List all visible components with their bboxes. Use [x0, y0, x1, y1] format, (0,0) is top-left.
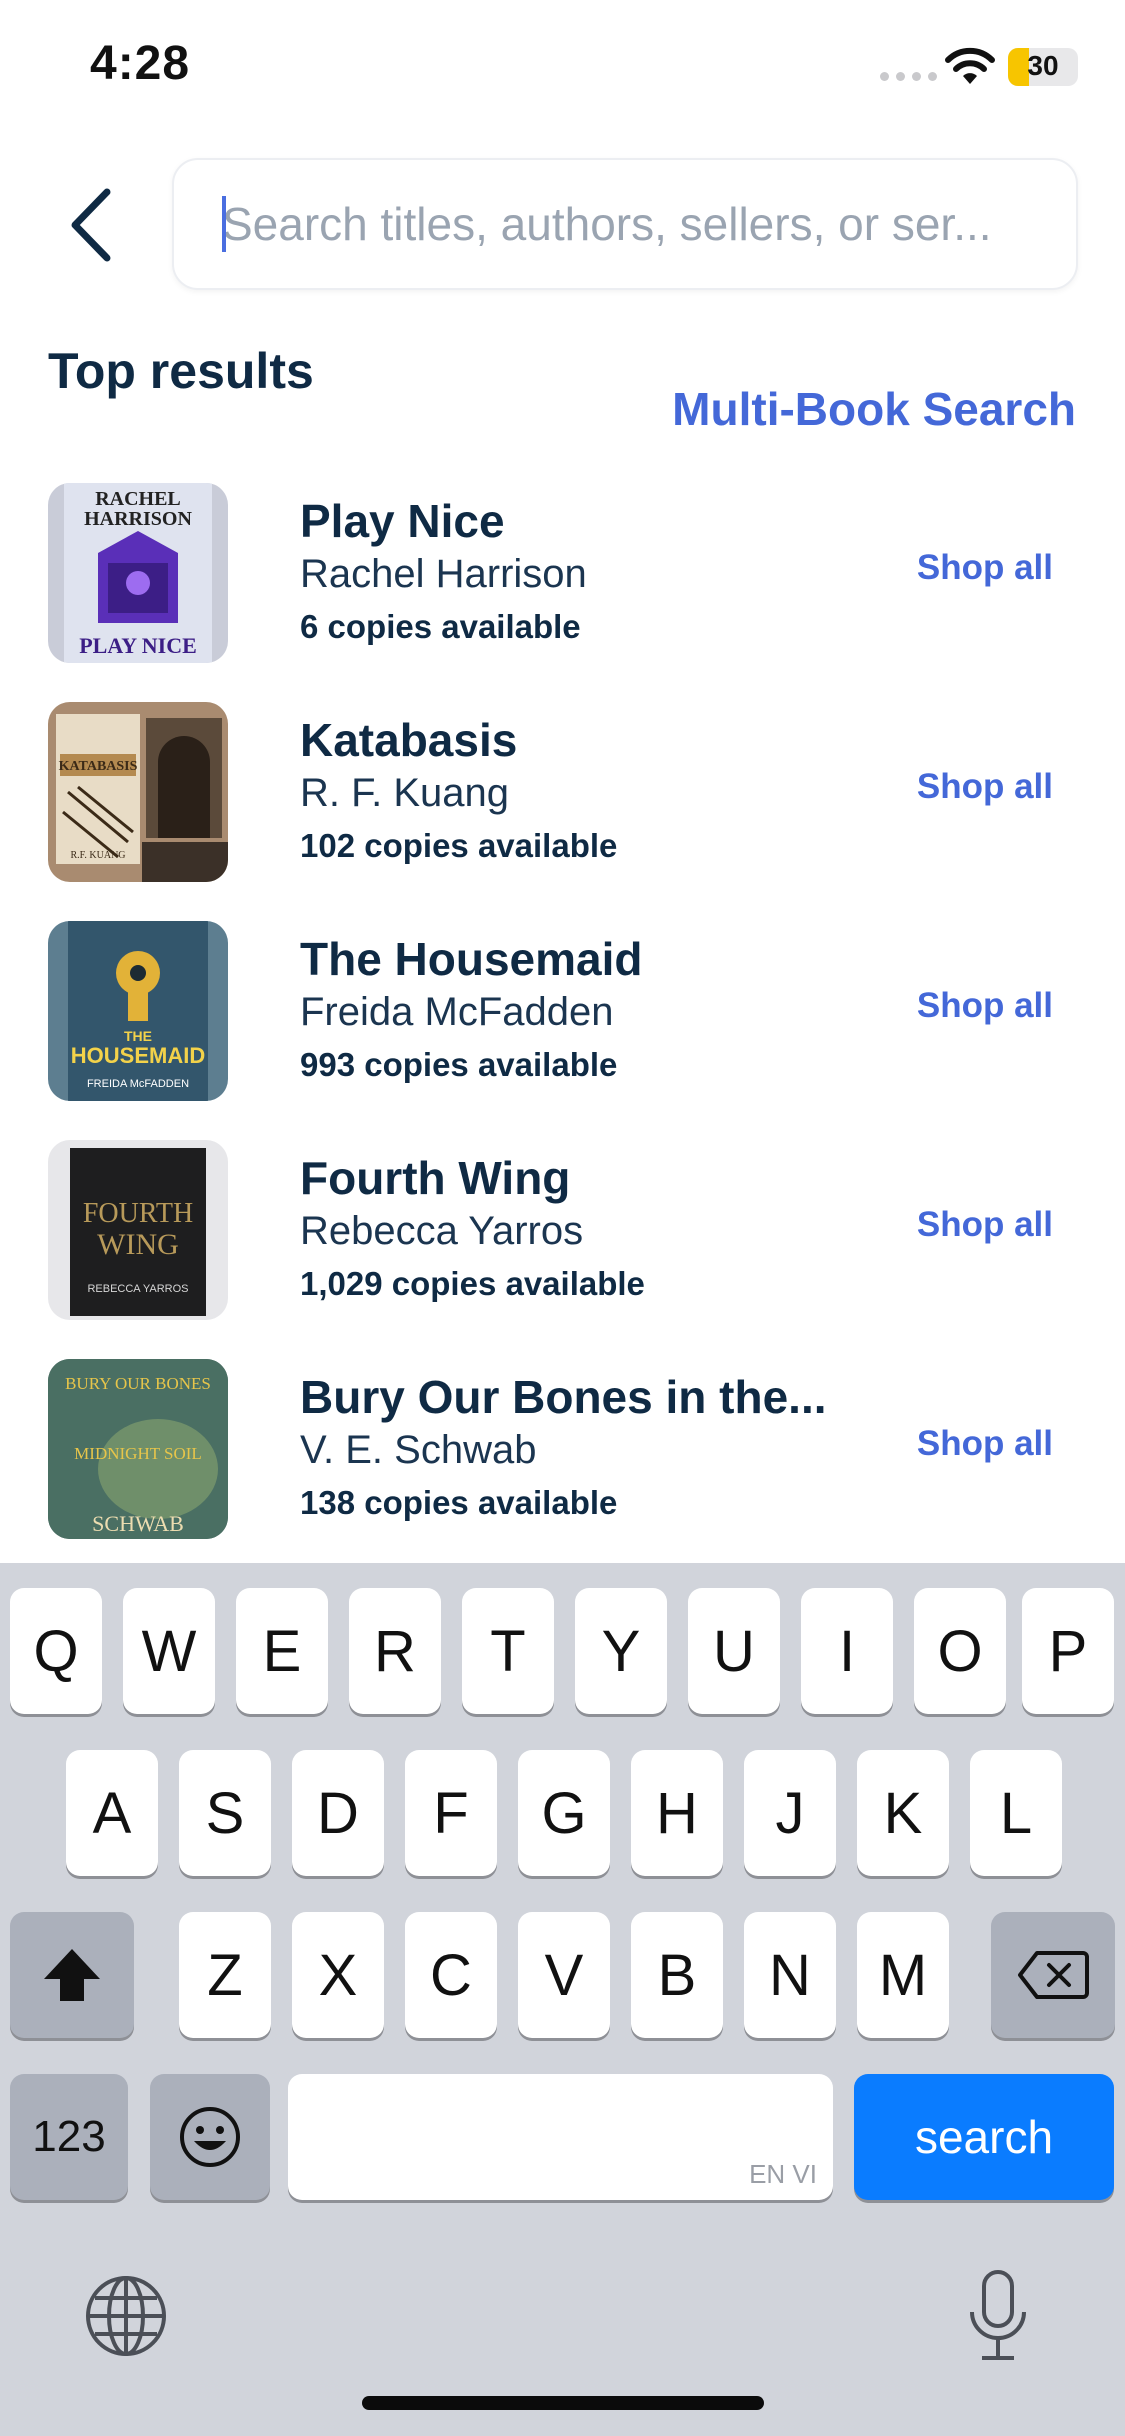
book-title[interactable]: Bury Our Bones in the... — [300, 1370, 827, 1424]
key-z[interactable]: Z — [179, 1912, 271, 2038]
key-c[interactable]: C — [405, 1912, 497, 2038]
wifi-icon — [945, 47, 995, 84]
key-s[interactable]: S — [179, 1750, 271, 1876]
book-author: Rebecca Yarros — [300, 1209, 584, 1253]
book-title[interactable]: The Housemaid — [300, 932, 643, 986]
key-d[interactable]: D — [292, 1750, 384, 1876]
key-a[interactable]: A — [66, 1750, 158, 1876]
book-title[interactable]: Fourth Wing — [300, 1151, 570, 1205]
svg-text:HOUSEMAID: HOUSEMAID — [71, 1043, 205, 1068]
status-time: 4:28 — [90, 37, 191, 90]
result-row[interactable]: BURY OUR BONES MIDNIGHT SOIL SCHWAB Bury… — [0, 1356, 1125, 1539]
shop-all-link[interactable]: Shop all — [917, 1424, 1053, 1464]
emoji-key[interactable] — [150, 2074, 270, 2200]
copies-available: 6 copies available — [300, 608, 581, 645]
key-v[interactable]: V — [518, 1912, 610, 2038]
text-caret — [222, 196, 226, 252]
shop-all-link[interactable]: Shop all — [917, 1205, 1053, 1245]
key-p[interactable]: P — [1022, 1588, 1114, 1714]
svg-text:WING: WING — [97, 1228, 179, 1261]
battery-indicator: 30 — [1008, 48, 1078, 86]
home-indicator — [362, 2396, 764, 2410]
svg-text:REBECCA YARROS: REBECCA YARROS — [87, 1283, 188, 1295]
key-q[interactable]: Q — [10, 1588, 102, 1714]
key-h[interactable]: H — [631, 1750, 723, 1876]
result-row[interactable]: KATABASIS R.F. KUANG Katabasis R. F. Kua… — [0, 699, 1125, 882]
key-m[interactable]: M — [857, 1912, 949, 2038]
svg-text:THE: THE — [124, 1028, 152, 1044]
emoji-icon — [180, 2107, 240, 2167]
globe-icon[interactable] — [82, 2272, 170, 2360]
book-cover-image: FOURTH WING REBECCA YARROS — [48, 1140, 228, 1320]
shop-all-link[interactable]: Shop all — [917, 548, 1053, 588]
svg-text:R.F. KUANG: R.F. KUANG — [70, 850, 125, 861]
back-button[interactable] — [58, 185, 122, 265]
key-k[interactable]: K — [857, 1750, 949, 1876]
copies-available: 138 copies available — [300, 1484, 618, 1521]
svg-text:MIDNIGHT SOIL: MIDNIGHT SOIL — [74, 1444, 202, 1463]
key-x[interactable]: X — [292, 1912, 384, 2038]
battery-percent: 30 — [1027, 50, 1059, 81]
cellular-signal-icon — [880, 72, 937, 81]
shop-all-link[interactable]: Shop all — [917, 767, 1053, 807]
key-n[interactable]: N — [744, 1912, 836, 2038]
key-g[interactable]: G — [518, 1750, 610, 1876]
multi-book-search-link[interactable]: Multi-Book Search — [672, 382, 1076, 436]
svg-text:RACHEL: RACHEL — [95, 488, 181, 510]
svg-text:KATABASIS: KATABASIS — [59, 759, 138, 774]
shift-key[interactable] — [10, 1912, 134, 2038]
book-title[interactable]: Katabasis — [300, 713, 517, 767]
book-title[interactable]: Play Nice — [300, 494, 505, 548]
book-author: R. F. Kuang — [300, 771, 510, 815]
shop-all-link[interactable]: Shop all — [917, 986, 1053, 1026]
chevron-left-icon — [71, 188, 111, 262]
key-l[interactable]: L — [970, 1750, 1062, 1876]
svg-text:SCHWAB: SCHWAB — [92, 1511, 184, 1536]
key-t[interactable]: T — [462, 1588, 554, 1714]
numbers-key[interactable]: 123 — [10, 2074, 128, 2200]
key-u[interactable]: U — [688, 1588, 780, 1714]
book-author: Rachel Harrison — [300, 552, 587, 596]
book-cover-image: RACHEL HARRISON PLAY NICE — [48, 483, 228, 663]
result-row[interactable]: RACHEL HARRISON PLAY NICE Play Nice Rach… — [0, 480, 1125, 663]
shift-icon — [44, 1949, 100, 2001]
space-bar[interactable]: EN VI — [288, 2074, 833, 2200]
status-bar: 4:28 30 — [0, 0, 1125, 140]
book-author: V. E. Schwab — [300, 1428, 537, 1472]
result-row[interactable]: THE HOUSEMAID FREIDA McFADDEN The Housem… — [0, 918, 1125, 1101]
key-j[interactable]: J — [744, 1750, 836, 1876]
book-author: Freida McFadden — [300, 990, 614, 1034]
copies-available: 993 copies available — [300, 1046, 618, 1083]
copies-available: 102 copies available — [300, 827, 618, 864]
book-cover-image: THE HOUSEMAID FREIDA McFADDEN — [48, 921, 228, 1101]
result-row[interactable]: FOURTH WING REBECCA YARROS Fourth Wing R… — [0, 1137, 1125, 1320]
key-o[interactable]: O — [914, 1588, 1006, 1714]
key-b[interactable]: B — [631, 1912, 723, 2038]
key-r[interactable]: R — [349, 1588, 441, 1714]
key-f[interactable]: F — [405, 1750, 497, 1876]
key-w[interactable]: W — [123, 1588, 215, 1714]
book-cover-image: KATABASIS R.F. KUANG — [48, 702, 228, 882]
svg-text:BURY OUR BONES: BURY OUR BONES — [65, 1374, 211, 1393]
section-title: Top results — [48, 343, 314, 399]
search-input[interactable] — [222, 194, 1042, 254]
book-cover-image: BURY OUR BONES MIDNIGHT SOIL SCHWAB — [48, 1359, 228, 1539]
copies-available: 1,029 copies available — [300, 1265, 645, 1302]
search-box[interactable] — [172, 158, 1078, 290]
key-i[interactable]: I — [801, 1588, 893, 1714]
svg-text:HARRISON: HARRISON — [84, 508, 192, 530]
microphone-icon[interactable] — [966, 2268, 1030, 2364]
svg-text:FOURTH: FOURTH — [83, 1198, 193, 1229]
search-key[interactable]: search — [854, 2074, 1114, 2200]
delete-key[interactable] — [991, 1912, 1115, 2038]
language-hint: EN VI — [749, 2159, 817, 2189]
key-e[interactable]: E — [236, 1588, 328, 1714]
svg-text:PLAY NICE: PLAY NICE — [79, 633, 197, 658]
key-y[interactable]: Y — [575, 1588, 667, 1714]
backspace-icon — [1018, 1951, 1089, 1999]
svg-text:FREIDA McFADDEN: FREIDA McFADDEN — [87, 1078, 189, 1090]
